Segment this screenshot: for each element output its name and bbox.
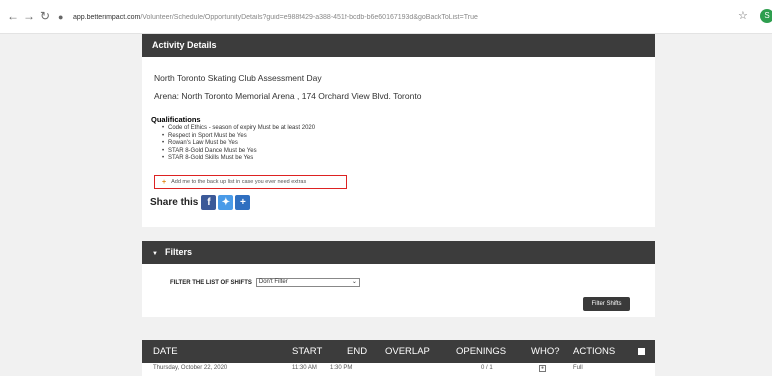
collapse-arrow-icon: ▼: [152, 251, 158, 257]
facebook-share-icon[interactable]: f: [201, 194, 217, 210]
url-path: /Volunteer/Schedule/OpportunityDetails?g…: [140, 13, 478, 21]
column-openings: OPENINGS: [456, 346, 507, 357]
column-end: END: [347, 346, 368, 357]
qualification-item: STAR 8-Gold Dance Must be Yes: [162, 148, 315, 156]
star-icon[interactable]: ☆: [738, 10, 748, 22]
row-date: Thursday, October 22, 2020: [153, 365, 228, 371]
select-all-checkbox[interactable]: [638, 348, 645, 355]
profile-icon[interactable]: S: [760, 9, 772, 23]
lock-icon: ●: [58, 12, 64, 22]
qualification-item: Rowan's Law Must be Yes: [162, 140, 315, 148]
plus-icon: +: [162, 178, 167, 186]
row-action: Full: [573, 365, 583, 371]
filters-header-label: Filters: [164, 247, 192, 257]
add-share-icon[interactable]: +: [235, 194, 251, 210]
shifts-table: DATE START END OVERLAP OPENINGS WHO? ACT…: [142, 340, 655, 376]
person-icon[interactable]: ●: [539, 365, 546, 372]
filter-select-value: Don't Filter: [258, 279, 288, 285]
column-overlap: OVERLAP: [385, 346, 430, 357]
filter-select[interactable]: Don't Filter ⌄: [255, 278, 360, 287]
column-actions: ACTIONS: [573, 346, 616, 357]
share-bar: Share this f ✦ +: [150, 193, 252, 211]
shifts-table-header: DATE START END OVERLAP OPENINGS WHO? ACT…: [142, 340, 655, 363]
filters-panel: ▼ Filters FILTER THE LIST OF SHIFTS Don't…: [142, 241, 655, 317]
url-host: app.betterimpact.com: [73, 13, 141, 21]
filter-row: FILTER THE LIST OF SHIFTS Don't Filter ⌄: [170, 278, 360, 287]
table-row: Thursday, October 22, 2020 11:30 AM 1:30…: [142, 363, 655, 376]
back-arrow-icon[interactable]: ←: [6, 9, 20, 23]
qualification-item: Respect in Sport Must be Yes: [162, 133, 315, 141]
row-start: 11:30 AM: [292, 365, 317, 371]
qualification-item: STAR 8-Gold Skills Must be Yes: [162, 155, 315, 163]
activity-details-panel: Activity Details North Toronto Skating C…: [142, 34, 655, 227]
share-label: Share this: [150, 196, 199, 208]
qualifications-list: Code of Ethics - season of expiry Must b…: [162, 125, 315, 163]
url-text: app.betterimpact.com/Volunteer/Schedule/…: [73, 14, 478, 21]
reload-icon[interactable]: ↻: [38, 9, 52, 23]
browser-toolbar: ← → ↻ ● app.betterimpact.com/Volunteer/S…: [0, 0, 772, 34]
qualifications-title: Qualifications: [151, 115, 201, 124]
activity-location: Arena: North Toronto Memorial Arena , 17…: [154, 91, 422, 101]
column-who: WHO?: [531, 346, 560, 357]
activity-details-header: Activity Details: [142, 34, 655, 57]
filters-header[interactable]: ▼ Filters: [142, 241, 655, 264]
chevron-down-icon: ⌄: [351, 279, 357, 285]
forward-arrow-icon[interactable]: →: [22, 9, 36, 23]
activity-title: North Toronto Skating Club Assessment Da…: [154, 73, 322, 83]
backup-list-label: Add me to the back up list in case you e…: [171, 179, 307, 185]
filter-label: FILTER THE LIST OF SHIFTS: [170, 279, 252, 286]
column-start: START: [292, 346, 323, 357]
backup-list-link[interactable]: + Add me to the back up list in case you…: [154, 175, 347, 189]
filter-shifts-button[interactable]: Filter Shifts: [583, 297, 630, 311]
qualification-item: Code of Ethics - season of expiry Must b…: [162, 125, 315, 133]
address-bar[interactable]: ● app.betterimpact.com/Volunteer/Schedul…: [58, 7, 748, 27]
column-date: DATE: [153, 346, 178, 357]
row-end: 1:30 PM: [330, 365, 353, 371]
row-openings: 0 / 1: [481, 365, 493, 371]
twitter-share-icon[interactable]: ✦: [218, 194, 234, 210]
